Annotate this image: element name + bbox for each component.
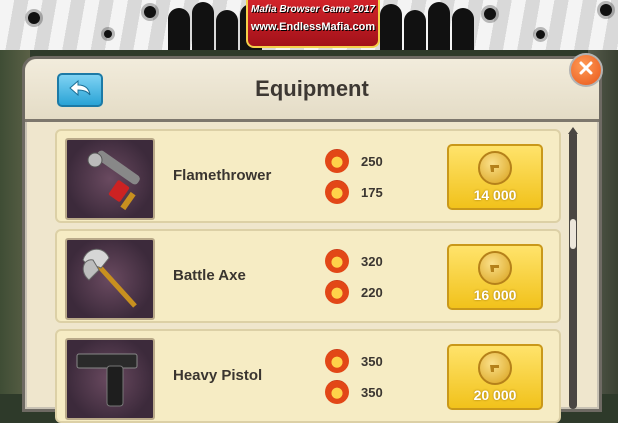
- defense-icon: [325, 380, 349, 404]
- price-value: 20 000: [473, 387, 517, 403]
- price-value: 14 000: [473, 187, 517, 203]
- bullet-hole-icon: [144, 6, 156, 18]
- defense-icon: [325, 280, 349, 304]
- defense-value: 175: [361, 184, 383, 200]
- attack-icon: [325, 249, 349, 273]
- scroll-thumb[interactable]: [570, 219, 576, 249]
- equipment-dialog: Equipment Flamethrower 250 175 14 000 Ba…: [22, 53, 603, 423]
- bullet-hole-icon: [536, 30, 545, 39]
- flamethrower-icon: [65, 138, 155, 220]
- attack-stat: 250: [325, 149, 383, 173]
- defense-stat: 175: [325, 180, 383, 204]
- item-name: Flamethrower: [173, 167, 272, 184]
- battle-axe-icon: [65, 238, 155, 320]
- gangster-silhouettes-right: [380, 0, 474, 50]
- attack-value: 350: [361, 353, 383, 369]
- defense-stat: 350: [325, 380, 383, 404]
- item-name: Battle Axe: [173, 267, 246, 284]
- list-item: Heavy Pistol 350 350 20 000: [55, 329, 561, 423]
- coin-icon: [478, 151, 512, 185]
- bullet-hole-icon: [104, 30, 112, 38]
- top-banner: Mafia Browser Game 2017 www.EndlessMafia…: [0, 0, 618, 50]
- logo-url: www.EndlessMafia.com: [250, 21, 376, 33]
- attack-value: 320: [361, 253, 383, 269]
- list-item: Flamethrower 250 175 14 000: [55, 129, 561, 223]
- attack-icon: [325, 349, 349, 373]
- bullet-hole-icon: [28, 12, 40, 24]
- dialog-title: Equipment: [255, 76, 369, 101]
- bullet-hole-icon: [484, 8, 496, 20]
- list-item: Battle Axe 320 220 16 000: [55, 229, 561, 323]
- close-x-icon: [579, 61, 593, 80]
- defense-icon: [325, 180, 349, 204]
- attack-stat: 350: [325, 349, 383, 373]
- attack-stat: 320: [325, 249, 383, 273]
- attack-value: 250: [361, 153, 383, 169]
- dialog-header: Equipment: [25, 53, 603, 122]
- logo-tagline: Mafia Browser Game 2017: [251, 4, 375, 15]
- buy-button[interactable]: 20 000: [447, 344, 543, 410]
- defense-value: 350: [361, 384, 383, 400]
- defense-stat: 220: [325, 280, 383, 304]
- price-value: 16 000: [473, 287, 517, 303]
- coin-icon: [478, 351, 512, 385]
- buy-button[interactable]: 14 000: [447, 144, 543, 210]
- game-logo[interactable]: Mafia Browser Game 2017 www.EndlessMafia…: [246, 0, 380, 48]
- coin-icon: [478, 251, 512, 285]
- defense-value: 220: [361, 284, 383, 300]
- item-name: Heavy Pistol: [173, 367, 263, 384]
- scrollbar[interactable]: [569, 131, 577, 409]
- equipment-list[interactable]: Flamethrower 250 175 14 000 Battle Axe 3…: [55, 129, 561, 423]
- attack-icon: [325, 149, 349, 173]
- heavy-pistol-icon: [65, 338, 155, 420]
- bullet-hole-icon: [600, 4, 612, 16]
- close-button[interactable]: [569, 53, 603, 87]
- buy-button[interactable]: 16 000: [447, 244, 543, 310]
